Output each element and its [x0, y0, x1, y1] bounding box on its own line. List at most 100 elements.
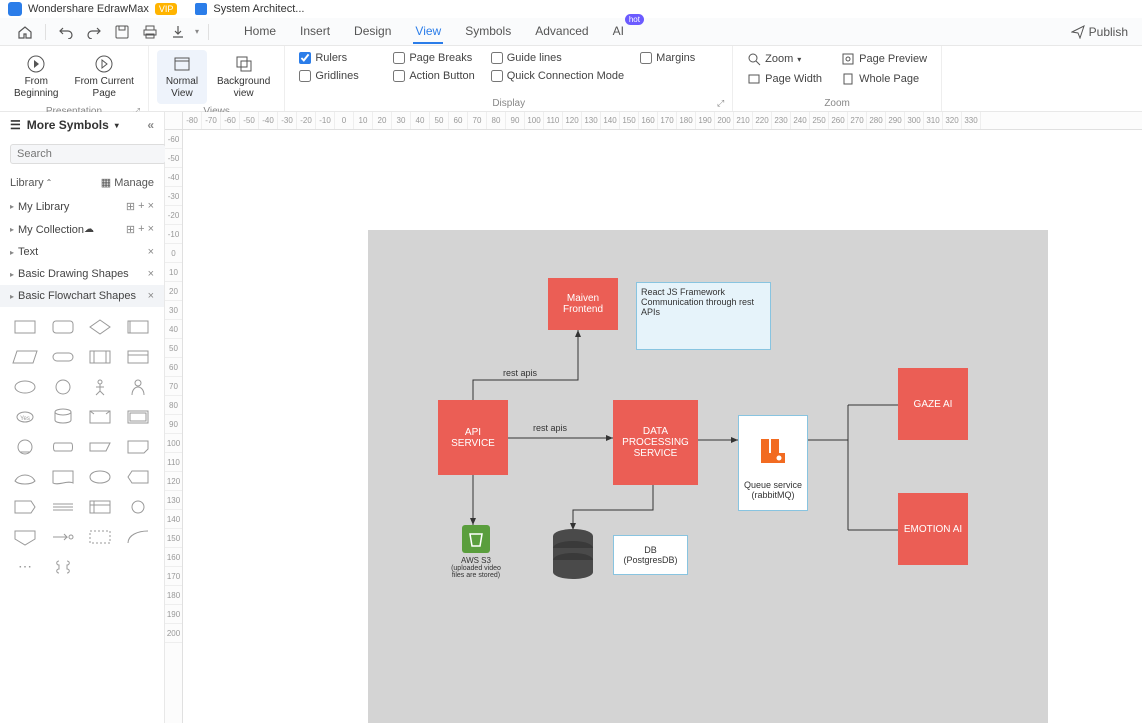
search-input[interactable] — [10, 144, 166, 164]
plus-icon[interactable]: + — [138, 200, 144, 213]
shape-stencil[interactable] — [123, 495, 153, 519]
node-db-label[interactable]: DB (PostgresDB) — [613, 535, 688, 575]
shape-stencil[interactable] — [123, 375, 153, 399]
close-icon[interactable]: × — [148, 290, 154, 302]
library-item[interactable]: ▸My Library⊞ + × — [0, 195, 164, 218]
guidelines-checkbox[interactable]: Guide lines — [485, 50, 630, 66]
node-frontend[interactable]: Maiven Frontend — [548, 278, 618, 330]
library-item[interactable]: ▸Basic Flowchart Shapes× — [0, 285, 164, 307]
diagram-page[interactable]: Maiven Frontend React JS Framework Commu… — [368, 230, 1048, 723]
shape-stencil[interactable] — [85, 345, 115, 369]
canvas[interactable]: Maiven Frontend React JS Framework Commu… — [183, 130, 1142, 723]
shape-stencil[interactable] — [48, 345, 78, 369]
manage-link[interactable]: ▦ Manage — [101, 176, 154, 189]
shape-stencil[interactable] — [48, 405, 78, 429]
menu-home[interactable]: Home — [242, 20, 278, 44]
node-data-processing[interactable]: DATA PROCESSING SERVICE — [613, 400, 698, 485]
shape-stencil[interactable]: ⋯ — [10, 555, 40, 579]
shape-stencil[interactable] — [85, 495, 115, 519]
shape-stencil[interactable] — [48, 375, 78, 399]
shape-stencil[interactable] — [85, 465, 115, 489]
expand-icon[interactable]: ⤢ — [717, 98, 724, 109]
shape-stencil[interactable] — [10, 375, 40, 399]
pagewidth-button[interactable]: Page Width — [741, 70, 831, 88]
add-icon[interactable]: ⊞ — [126, 223, 135, 236]
add-icon[interactable]: ⊞ — [126, 200, 135, 213]
shape-stencil[interactable] — [48, 495, 78, 519]
wholepage-button[interactable]: Whole Page — [835, 70, 933, 88]
actionbutton-checkbox[interactable]: Action Button — [387, 68, 480, 84]
shape-stencil[interactable] — [85, 315, 115, 339]
doc-title[interactable]: System Architect... — [213, 3, 304, 15]
pagebreaks-checkbox[interactable]: Page Breaks — [387, 50, 480, 66]
shape-stencil[interactable]: Yes — [10, 405, 40, 429]
node-api-service[interactable]: API SERVICE — [438, 400, 508, 475]
library-item[interactable]: ▸My Collection ☁⊞ + × — [0, 218, 164, 241]
library-item[interactable]: ▸Basic Drawing Shapes× — [0, 263, 164, 285]
shape-stencil[interactable] — [123, 315, 153, 339]
shape-stencil[interactable] — [10, 315, 40, 339]
edge-label-restapis1: rest apis — [503, 368, 537, 378]
pagepreview-button[interactable]: Page Preview — [835, 50, 933, 68]
menu-advanced[interactable]: Advanced — [533, 20, 590, 44]
ruler-corner — [165, 112, 183, 130]
from-beginning-button[interactable]: From Beginning — [8, 50, 64, 104]
shape-stencil[interactable] — [123, 405, 153, 429]
margins-checkbox[interactable]: Margins — [634, 50, 724, 66]
menu-insert[interactable]: Insert — [298, 20, 332, 44]
shape-stencil[interactable] — [48, 315, 78, 339]
play-current-icon — [94, 54, 114, 74]
collapse-icon[interactable]: « — [147, 118, 154, 132]
shape-stencil[interactable] — [123, 465, 153, 489]
node-queue[interactable]: Queue service (rabbitMQ) — [738, 415, 808, 511]
background-view-button[interactable]: Background view — [211, 50, 276, 104]
publish-button[interactable]: Publish — [1071, 25, 1128, 39]
shape-stencil[interactable] — [10, 345, 40, 369]
normal-view-button[interactable]: Normal View — [157, 50, 207, 104]
shape-stencil[interactable] — [85, 375, 115, 399]
shape-stencil[interactable] — [10, 465, 40, 489]
symbols-panel: ☰ More Symbols▾ « Search Library ⌃ ▦ Man… — [0, 112, 165, 723]
menu-view[interactable]: View — [413, 20, 443, 44]
shape-stencil[interactable] — [85, 405, 115, 429]
node-emotion-ai[interactable]: EMOTION AI — [898, 493, 968, 565]
plus-icon[interactable]: + — [138, 223, 144, 236]
shape-stencil[interactable] — [48, 525, 78, 549]
shape-stencil[interactable] — [85, 525, 115, 549]
shape-stencil[interactable] — [123, 525, 153, 549]
from-current-button[interactable]: From Current Page — [68, 50, 139, 104]
close-icon[interactable]: × — [148, 268, 154, 280]
home-icon[interactable] — [14, 21, 36, 43]
menu-ai[interactable]: AIhot — [611, 20, 626, 44]
shape-stencil[interactable] — [85, 435, 115, 459]
gridlines-checkbox[interactable]: Gridlines — [293, 68, 383, 84]
shape-stencil[interactable] — [123, 345, 153, 369]
shape-stencil[interactable] — [48, 555, 78, 579]
library-item[interactable]: ▸Text× — [0, 241, 164, 263]
quickconn-checkbox[interactable]: Quick Connection Mode — [485, 68, 630, 84]
undo-icon[interactable] — [55, 21, 77, 43]
menu-design[interactable]: Design — [352, 20, 393, 44]
doc-icon — [195, 3, 207, 15]
shape-stencil[interactable] — [48, 435, 78, 459]
rulers-checkbox[interactable]: Rulers — [293, 50, 383, 66]
node-react-note[interactable]: React JS Framework Communication through… — [636, 282, 771, 350]
export-icon[interactable] — [167, 21, 189, 43]
redo-icon[interactable] — [83, 21, 105, 43]
node-gaze-ai[interactable]: GAZE AI — [898, 368, 968, 440]
close-icon[interactable]: × — [148, 223, 154, 236]
shape-stencil[interactable] — [10, 435, 40, 459]
save-icon[interactable] — [111, 21, 133, 43]
close-icon[interactable]: × — [148, 246, 154, 258]
node-database-cylinder[interactable] — [551, 528, 596, 583]
wholepage-icon — [841, 72, 855, 86]
menu-symbols[interactable]: Symbols — [463, 20, 513, 44]
shape-stencil[interactable] — [10, 525, 40, 549]
print-icon[interactable] — [139, 21, 161, 43]
zoom-button[interactable]: Zoom▾ — [741, 50, 831, 68]
shape-stencil[interactable] — [123, 435, 153, 459]
shape-stencil[interactable] — [10, 495, 40, 519]
shape-stencil[interactable] — [48, 465, 78, 489]
close-icon[interactable]: × — [148, 200, 154, 213]
node-aws-s3[interactable]: AWS S3 (uploaded video files are stored) — [446, 525, 506, 579]
